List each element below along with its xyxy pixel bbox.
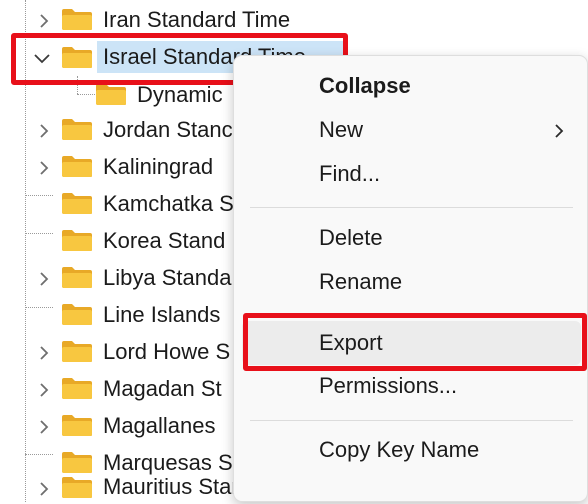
menu-separator: [250, 207, 573, 208]
menu-item-collapse[interactable]: Collapse: [242, 64, 581, 108]
chevron-right-icon[interactable]: [36, 345, 52, 361]
tree-item-label: Kaliningrad: [103, 154, 214, 179]
folder-icon: [95, 83, 127, 106]
menu-separator: [250, 420, 573, 421]
menu-item-copy-key-name[interactable]: Copy Key Name: [242, 428, 581, 472]
folder-icon: [61, 192, 93, 215]
menu-item-new[interactable]: New: [242, 108, 581, 152]
tree-item-label: Korea Stand: [103, 228, 226, 253]
folder-icon: [61, 303, 93, 326]
chevron-right-icon[interactable]: [36, 481, 52, 497]
chevron-right-icon[interactable]: [36, 123, 52, 139]
menu-item-delete[interactable]: Delete: [242, 216, 581, 260]
chevron-right-icon[interactable]: [36, 271, 52, 287]
tree-item-label: Lord Howe S: [103, 339, 231, 364]
folder-icon: [61, 118, 93, 141]
menu-item-rename[interactable]: Rename: [242, 260, 581, 304]
context-menu: Collapse New Find... Delete Rename Expor…: [233, 55, 588, 502]
submenu-arrow-icon: [553, 122, 565, 140]
tree-item-label: Magadan St: [103, 376, 222, 401]
folder-icon: [61, 414, 93, 437]
tree-item-label: Jordan Stanc: [103, 117, 233, 142]
folder-icon: [61, 377, 93, 400]
tree-item-label: Kamchatka S: [103, 191, 234, 216]
folder-icon: [61, 476, 93, 499]
tree-item-label: Libya Standa: [103, 265, 232, 290]
chevron-right-icon[interactable]: [36, 419, 52, 435]
menu-item-find[interactable]: Find...: [242, 152, 581, 196]
folder-icon: [61, 340, 93, 363]
chevron-right-icon[interactable]: [36, 13, 52, 29]
highlight-box-export: [243, 313, 587, 371]
tree-item-label: Dynamic: [137, 82, 223, 107]
chevron-right-icon[interactable]: [36, 382, 52, 398]
tree-item-label: Magallanes: [103, 413, 216, 438]
folder-icon: [61, 266, 93, 289]
folder-icon: [61, 155, 93, 178]
chevron-right-icon[interactable]: [36, 160, 52, 176]
tree-item-label: Iran Standard Time: [103, 7, 291, 32]
tree-item-label: Line Islands: [103, 302, 221, 327]
folder-icon: [61, 8, 93, 31]
folder-icon: [61, 229, 93, 252]
